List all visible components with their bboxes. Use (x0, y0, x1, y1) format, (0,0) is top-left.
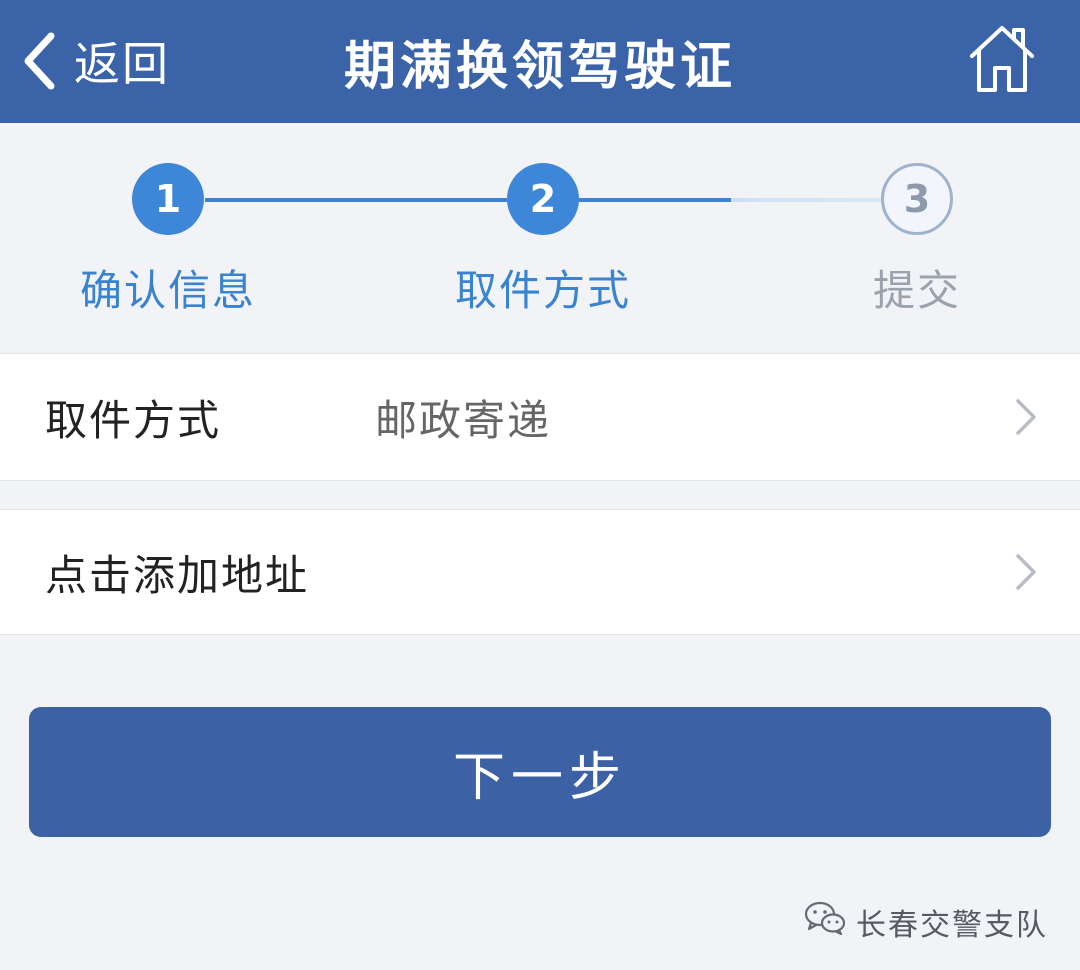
step-3: 3 提交 (797, 163, 1037, 318)
add-address-row[interactable]: 点击添加地址 (0, 509, 1080, 635)
home-button[interactable] (968, 22, 1036, 94)
next-step-button[interactable]: 下一步 (29, 707, 1051, 837)
wechat-icon (804, 900, 856, 944)
add-address-label: 点击添加地址 (45, 550, 310, 600)
step-2-label: 取件方式 (454, 266, 631, 315)
step-1-number: 1 (132, 163, 204, 235)
step-2-number: 2 (507, 163, 579, 235)
page-title: 期满换领驾驶证 (343, 37, 736, 97)
step-1-label: 确认信息 (79, 266, 256, 315)
step-1: 1 确认信息 (48, 163, 288, 318)
step-2: 2 取件方式 (423, 163, 663, 318)
pickup-method-value: 邮政寄递 (375, 395, 552, 445)
pickup-method-label: 取件方式 (45, 395, 222, 445)
pickup-method-row[interactable]: 取件方式 邮政寄递 (0, 353, 1080, 481)
step-3-number: 3 (881, 163, 953, 235)
header-bar: 返回 期满换领驾驶证 (0, 0, 1080, 123)
home-icon (968, 26, 1036, 98)
chevron-right-icon (1014, 552, 1038, 592)
chevron-right-icon (1014, 397, 1038, 437)
step-indicator: 1 确认信息 2 取件方式 3 提交 (0, 123, 1080, 353)
step-3-label: 提交 (872, 266, 961, 315)
watermark: 长春交警支队 (804, 898, 1048, 946)
watermark-text: 长春交警支队 (856, 908, 1048, 943)
